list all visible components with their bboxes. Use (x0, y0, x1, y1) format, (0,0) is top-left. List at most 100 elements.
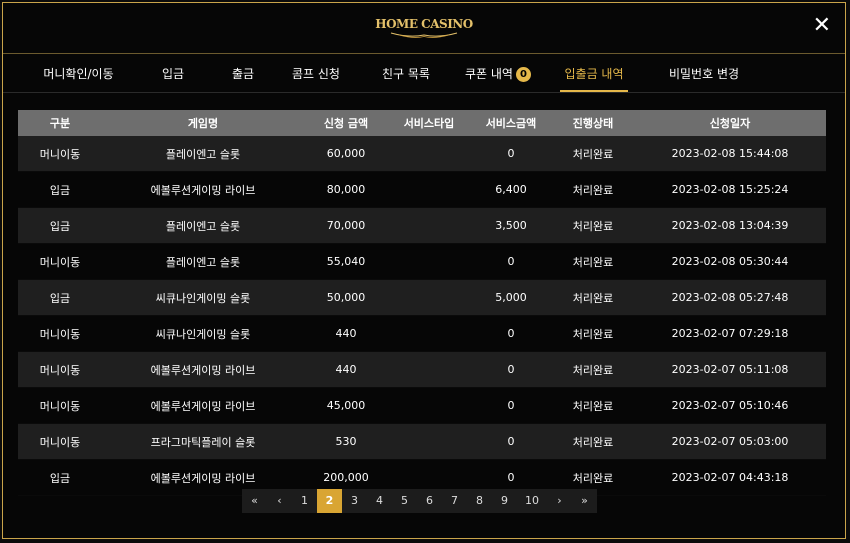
tab-money-check[interactable]: 머니확인/이동 (31, 54, 126, 92)
tab-deposit[interactable]: 입금 (148, 54, 198, 92)
status-cell: 처리완료 (552, 387, 634, 424)
page-button-2[interactable]: 2 (317, 489, 342, 513)
page-button-3[interactable]: 3 (342, 489, 367, 513)
service-amount-cell: 0 (470, 387, 552, 424)
game-name-cell: 씨큐나인게이밍 슬롯 (102, 315, 304, 352)
column-header: 신청일자 (634, 110, 826, 136)
game-name-cell: 에볼루션게이밍 라이브 (102, 351, 304, 388)
prev-page-button[interactable]: ‹ (267, 489, 292, 513)
modal-header: HOME CASINO ✕ (3, 3, 845, 54)
type-cell: 머니이동 (18, 387, 102, 424)
service-type-cell (388, 315, 470, 352)
request-date-cell: 2023-02-08 05:30:44 (634, 243, 826, 280)
game-name-cell: 플레이엔고 슬롯 (102, 207, 304, 244)
request-date-cell: 2023-02-07 05:11:08 (634, 351, 826, 388)
pagination: «‹ 1 2 3 4 5 6 7 8 9 10 ›» (242, 489, 597, 513)
page-button-9[interactable]: 9 (492, 489, 517, 513)
request-date-cell: 2023-02-07 05:03:00 (634, 423, 826, 460)
type-cell: 입금 (18, 279, 102, 316)
request-amount-cell: 55,040 (304, 243, 388, 280)
request-amount-cell: 440 (304, 315, 388, 352)
game-name-cell: 씨큐나인게이밍 슬롯 (102, 279, 304, 316)
tab-friend-list[interactable]: 친구 목록 (371, 54, 441, 92)
column-header: 신청 금액 (304, 110, 388, 136)
last-page-button[interactable]: » (572, 489, 597, 513)
service-amount-cell: 3,500 (470, 207, 552, 244)
table-row: 머니이동 에볼루션게이밍 라이브 440 0 처리완료 2023-02-07 05:11:… (18, 351, 826, 388)
request-date-cell: 2023-02-07 07:29:18 (634, 315, 826, 352)
page-button-1[interactable]: 1 (292, 489, 317, 513)
page-button-5[interactable]: 5 (392, 489, 417, 513)
service-amount-cell: 6,400 (470, 171, 552, 208)
page-button-6[interactable]: 6 (417, 489, 442, 513)
table-row: 머니이동 씨큐나인게이밍 슬롯 440 0 처리완료 2023-02-07 07:29:1… (18, 315, 826, 352)
request-date-cell: 2023-02-07 05:10:46 (634, 387, 826, 424)
table-header-row: 구분 게임명 신청 금액 서비스타입 서비스금액 진행상태 신청일자 (18, 110, 826, 136)
transaction-history-modal: HOME CASINO ✕ 머니확인/이동 입금 출금 콤프 신청 친구 목록 … (2, 2, 846, 539)
game-name-cell: 프라그마틱플레이 슬롯 (102, 423, 304, 460)
request-date-cell: 2023-02-08 15:44:08 (634, 136, 826, 172)
logo-wing-icon (390, 32, 458, 38)
column-header: 구분 (18, 110, 102, 136)
request-date-cell: 2023-02-08 13:04:39 (634, 207, 826, 244)
status-cell: 처리완료 (552, 279, 634, 316)
next-page-button[interactable]: › (547, 489, 572, 513)
request-amount-cell: 70,000 (304, 207, 388, 244)
history-table: 구분 게임명 신청 금액 서비스타입 서비스금액 진행상태 신청일자 머니이동 플… (18, 110, 826, 496)
service-type-cell (388, 279, 470, 316)
tab-withdraw[interactable]: 출금 (218, 54, 268, 92)
table-row: 입금 플레이엔고 슬롯 70,000 3,500 처리완료 2023-02-08 13:0… (18, 207, 826, 244)
type-cell: 입금 (18, 459, 102, 496)
service-amount-cell: 0 (470, 351, 552, 388)
status-cell: 처리완료 (552, 136, 634, 172)
status-cell: 처리완료 (552, 423, 634, 460)
tab-transaction-history[interactable]: 입출금 내역 (560, 54, 628, 92)
table-row: 머니이동 에볼루션게이밍 라이브 45,000 0 처리완료 2023-02-07 05:… (18, 387, 826, 424)
table-row: 머니이동 플레이엔고 슬롯 60,000 0 처리완료 2023-02-08 15:44:… (18, 136, 826, 172)
request-amount-cell: 80,000 (304, 171, 388, 208)
status-cell: 처리완료 (552, 171, 634, 208)
type-cell: 머니이동 (18, 243, 102, 280)
type-cell: 머니이동 (18, 136, 102, 172)
page-button-7[interactable]: 7 (442, 489, 467, 513)
table-row: 머니이동 프라그마틱플레이 슬롯 530 0 처리완료 2023-02-07 05:03:… (18, 423, 826, 460)
page-button-10[interactable]: 10 (517, 489, 547, 513)
logo: HOME CASINO (3, 17, 845, 38)
request-amount-cell: 440 (304, 351, 388, 388)
service-amount-cell: 0 (470, 243, 552, 280)
logo-text: HOME CASINO (375, 17, 473, 31)
request-date-cell: 2023-02-07 04:43:18 (634, 459, 826, 496)
service-type-cell (388, 207, 470, 244)
type-cell: 입금 (18, 171, 102, 208)
table-row: 입금 에볼루션게이밍 라이브 80,000 6,400 처리완료 2023-02-08 1… (18, 171, 826, 208)
tab-comp-request[interactable]: 콤프 신청 (281, 54, 351, 92)
type-cell: 머니이동 (18, 351, 102, 388)
service-amount-cell: 5,000 (470, 279, 552, 316)
game-name-cell: 플레이엔고 슬롯 (102, 136, 304, 172)
coupon-count-badge: 0 (515, 67, 531, 82)
close-icon[interactable]: ✕ (813, 15, 831, 37)
column-header: 서비스금액 (470, 110, 552, 136)
status-cell: 처리완료 (552, 243, 634, 280)
service-amount-cell: 0 (470, 423, 552, 460)
page-button-4[interactable]: 4 (367, 489, 392, 513)
column-header: 서비스타입 (388, 110, 470, 136)
type-cell: 입금 (18, 207, 102, 244)
service-type-cell (388, 423, 470, 460)
tab-coupon-history[interactable]: 쿠폰 내역 0 (458, 54, 538, 92)
game-name-cell: 플레이엔고 슬롯 (102, 243, 304, 280)
first-page-button[interactable]: « (242, 489, 267, 513)
column-header: 진행상태 (552, 110, 634, 136)
request-amount-cell: 530 (304, 423, 388, 460)
service-amount-cell: 0 (470, 136, 552, 172)
table-row: 머니이동 플레이엔고 슬롯 55,040 0 처리완료 2023-02-08 05:30:… (18, 243, 826, 280)
service-type-cell (388, 351, 470, 388)
tab-password-change[interactable]: 비밀번호 변경 (664, 54, 744, 92)
game-name-cell: 에볼루션게이밍 라이브 (102, 171, 304, 208)
type-cell: 머니이동 (18, 423, 102, 460)
service-type-cell (388, 387, 470, 424)
request-date-cell: 2023-02-08 15:25:24 (634, 171, 826, 208)
request-date-cell: 2023-02-08 05:27:48 (634, 279, 826, 316)
page-button-8[interactable]: 8 (467, 489, 492, 513)
type-cell: 머니이동 (18, 315, 102, 352)
